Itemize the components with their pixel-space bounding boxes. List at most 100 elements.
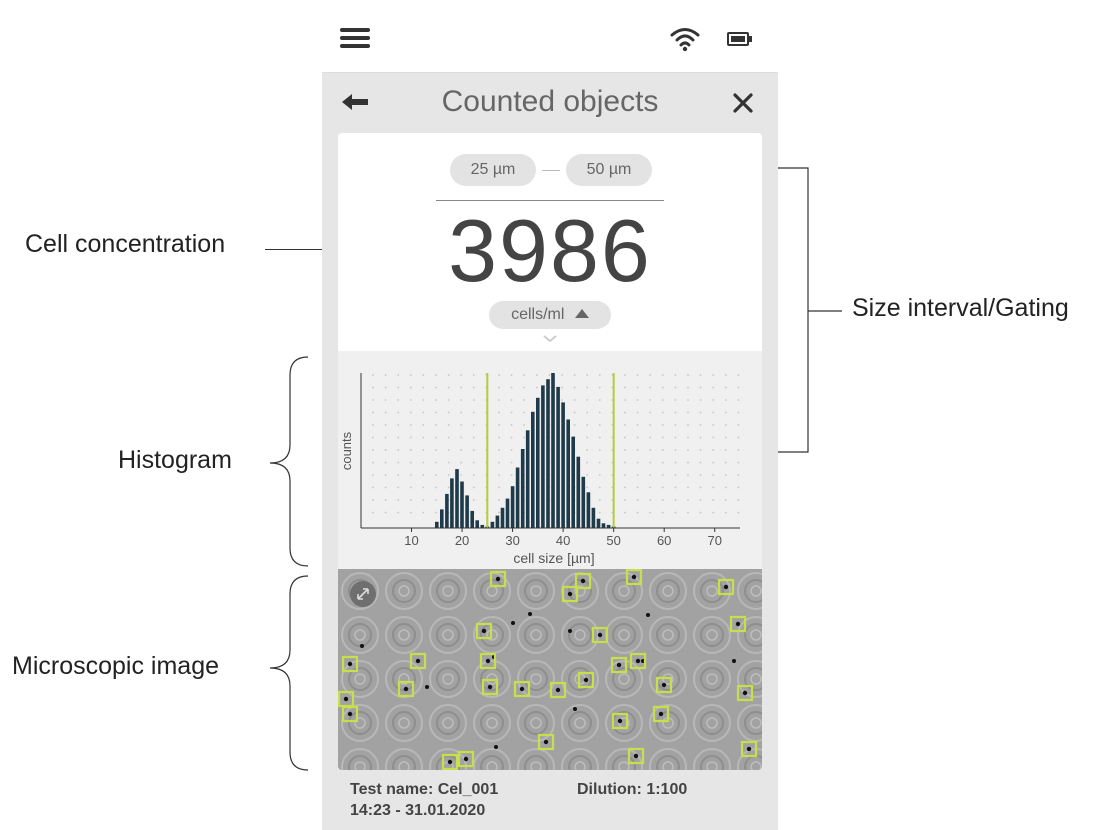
grid-dot [649, 499, 652, 501]
grid-dot [699, 486, 702, 489]
histogram-bar [490, 521, 495, 528]
grid-dot [649, 486, 652, 489]
grid-dot [409, 374, 412, 376]
histogram-bar [576, 456, 581, 528]
grid-dot [636, 461, 639, 464]
grid-dot [472, 411, 475, 414]
grid-dot [699, 461, 702, 464]
grid-dot [397, 374, 400, 376]
histogram-bar [556, 386, 560, 528]
grid-dot [435, 399, 437, 401]
grid-dot [737, 424, 740, 426]
grid-dot [598, 399, 601, 401]
grid-dot [661, 411, 664, 414]
grid-dot [498, 424, 500, 426]
grid-dot [372, 424, 374, 426]
cell-dot [597, 632, 603, 638]
grid-dot [510, 424, 513, 426]
expand-arrows-icon[interactable] [350, 581, 376, 607]
wifi-icon [670, 28, 700, 52]
hamburger-menu-icon[interactable] [340, 28, 370, 48]
grid-dot [472, 374, 475, 376]
grid-dot [699, 511, 702, 514]
chevron-down-icon[interactable] [542, 334, 558, 344]
cell-dot [519, 686, 525, 692]
grid-dot [661, 424, 664, 426]
grid-dot [737, 486, 740, 489]
grid-dot [447, 411, 450, 414]
grid-dot [687, 399, 689, 401]
histogram-bar [465, 495, 469, 528]
grid-dot [498, 411, 500, 414]
grid-dot [384, 374, 387, 376]
grid-dot [573, 424, 576, 426]
x-tick-label: 40 [556, 533, 570, 548]
grid-dot [661, 461, 664, 464]
grid-dot [435, 474, 437, 476]
grid-dot [598, 461, 601, 464]
gate-dash [542, 170, 560, 171]
grid-dot [687, 424, 689, 426]
grid-dot [712, 436, 715, 439]
grid-dot [674, 449, 677, 451]
grid-dot [649, 424, 652, 426]
histogram-bar [596, 518, 601, 528]
grid-dot [737, 399, 740, 401]
grid-dot [699, 436, 702, 439]
grid-dot [384, 486, 387, 489]
gate-lower-pill[interactable]: 25 µm [450, 154, 536, 186]
histogram-bar [566, 419, 570, 528]
grid-dot [586, 386, 589, 389]
grid-dot [460, 424, 463, 426]
cell-dot [487, 684, 493, 690]
grid-dot [422, 474, 425, 476]
dilution: Dilution: 1:100 [577, 781, 688, 798]
grid-dot [384, 474, 387, 476]
grid-dot [598, 486, 601, 489]
grid-dot [661, 474, 664, 476]
cell-dot [616, 662, 622, 668]
grid-dot [435, 511, 437, 514]
grid-dot [372, 449, 374, 451]
grid-dot [498, 436, 500, 439]
grid-dot [422, 374, 425, 376]
y-axis-label: counts [339, 431, 354, 470]
grid-dot [624, 486, 626, 489]
cell-dot [746, 746, 752, 752]
grid-dot [598, 474, 601, 476]
unit-selector[interactable]: cells/ml [489, 301, 611, 329]
grid-dot [586, 399, 589, 401]
grid-dot [460, 436, 463, 439]
cell-dot [528, 612, 532, 616]
close-icon[interactable] [732, 92, 754, 114]
grid-dot [724, 461, 727, 464]
grid-dot [384, 449, 387, 451]
microscopic-image[interactable] [338, 569, 762, 770]
x-tick-label: 30 [505, 533, 519, 548]
grid-dot [724, 486, 727, 489]
gate-upper-pill[interactable]: 50 µm [566, 154, 652, 186]
grid-dot [372, 374, 374, 376]
grid-dot [397, 411, 400, 414]
grid-dot [435, 436, 437, 439]
grid-dot [674, 486, 677, 489]
grid-dot [674, 374, 677, 376]
cell-dot [635, 658, 641, 664]
grid-dot [699, 411, 702, 414]
grid-dot [586, 474, 589, 476]
grid-dot [447, 374, 450, 376]
grid-dot [523, 399, 526, 401]
grid-dot [674, 399, 677, 401]
grid-dot [712, 424, 715, 426]
grid-dot [422, 486, 425, 489]
result-card: 25 µm 50 µm 3986 cells/ml 10 20 30 40 50 60 70 [338, 133, 762, 770]
grid-dot [699, 399, 702, 401]
grid-dot [712, 449, 715, 451]
cell-dot [360, 644, 364, 648]
grid-dot [498, 374, 500, 376]
grid-dot [661, 486, 664, 489]
grid-dot [737, 386, 740, 389]
grid-dot [687, 486, 689, 489]
grid-dot [737, 411, 740, 414]
histogram-bar [591, 507, 596, 528]
